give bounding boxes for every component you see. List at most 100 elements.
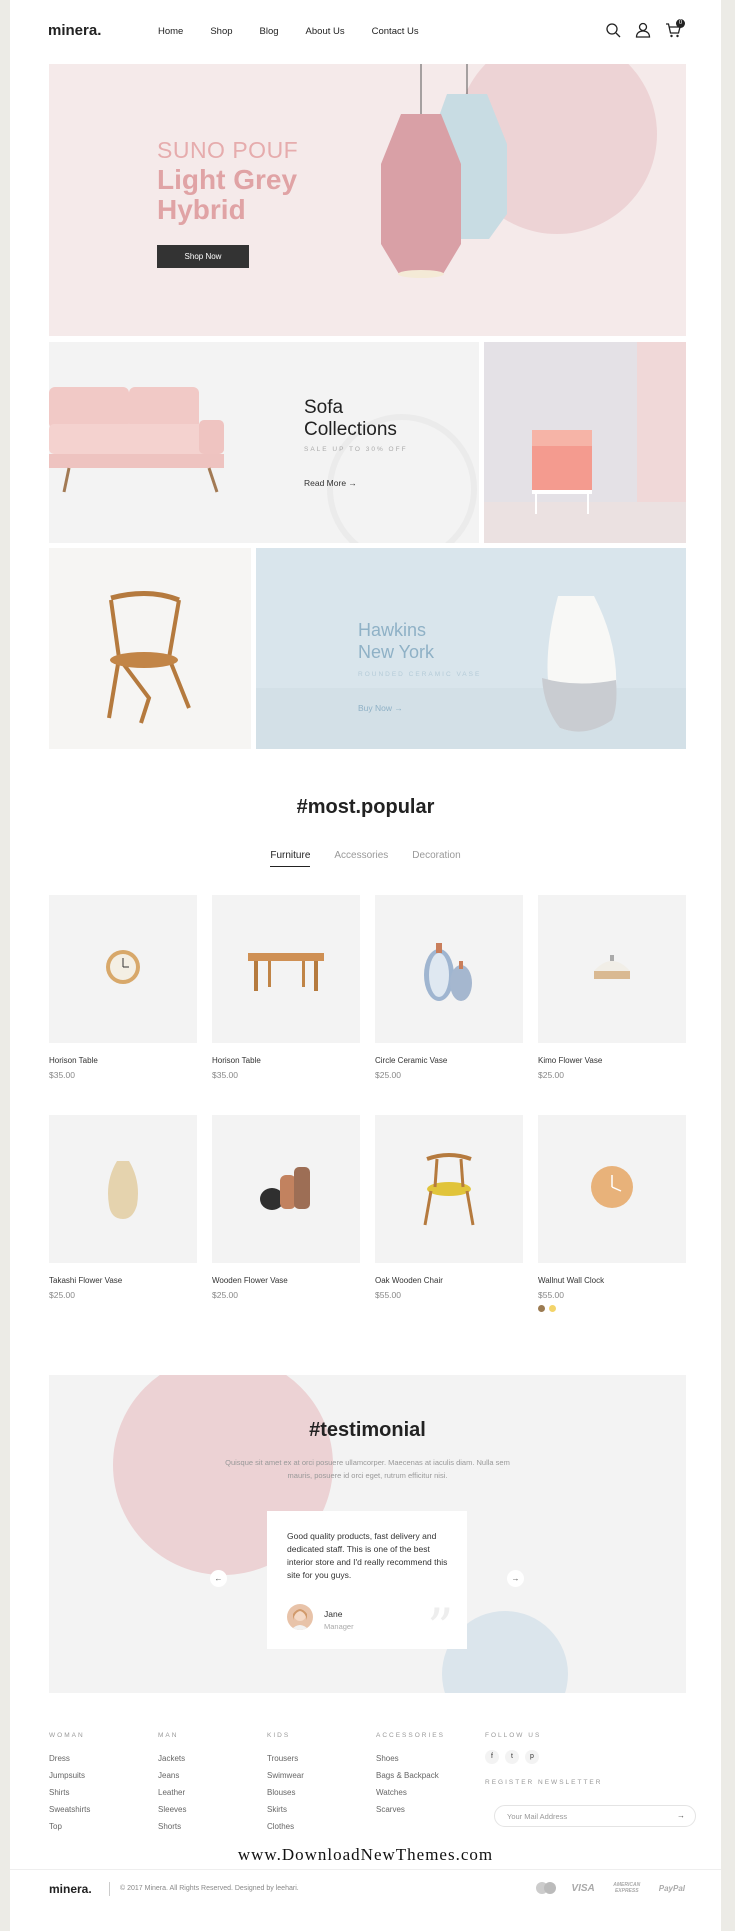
footer-link[interactable]: Shoes	[376, 1750, 445, 1767]
footer-link[interactable]: Watches	[376, 1784, 445, 1801]
copyright: © 2017 Minera. All Rights Reserved. Desi…	[120, 1885, 299, 1892]
product-image[interactable]	[375, 895, 523, 1043]
jug-vase-icon	[108, 1161, 138, 1219]
footer-link[interactable]: Skirts	[267, 1801, 304, 1818]
twitter-icon[interactable]: t	[505, 1750, 519, 1764]
footer-link[interactable]: Jackets	[158, 1750, 186, 1767]
nav-home[interactable]: Home	[158, 26, 183, 37]
testimonial-role: Manager	[324, 1622, 354, 1631]
nav-shop[interactable]: Shop	[210, 26, 232, 37]
product-image[interactable]	[212, 895, 360, 1043]
hero-title-line1: Light Grey	[157, 164, 298, 195]
footer-link[interactable]: Bags & Backpack	[376, 1767, 445, 1784]
side-table-banner[interactable]	[484, 342, 686, 543]
footer-link[interactable]: Sweatshirts	[49, 1801, 90, 1818]
prev-arrow-button[interactable]: ←	[210, 1570, 227, 1587]
shop-now-button[interactable]: Shop Now	[157, 245, 249, 268]
footer-link[interactable]: Shirts	[49, 1784, 90, 1801]
main-nav: Home Shop Blog About Us Contact Us	[158, 26, 446, 37]
product-image[interactable]	[375, 1115, 523, 1263]
footer-link[interactable]: Clothes	[267, 1818, 304, 1835]
hero-banner: SUNO POUF Light Grey Hybrid Shop Now	[49, 64, 686, 336]
next-arrow-button[interactable]: →	[507, 1570, 524, 1587]
vase-image	[542, 596, 617, 732]
footer-link[interactable]: Blouses	[267, 1784, 304, 1801]
newsletter-submit-button[interactable]: →	[677, 1811, 685, 1820]
tab-decoration[interactable]: Decoration	[412, 850, 460, 867]
footer-link[interactable]: Dress	[49, 1750, 90, 1767]
product-image[interactable]	[212, 1115, 360, 1263]
wall-clock-icon	[591, 1166, 633, 1208]
product-card[interactable]: Horison Table $35.00	[212, 895, 360, 1080]
avatar-face-icon	[291, 1609, 309, 1630]
product-name[interactable]: Kimo Flower Vase	[538, 1056, 686, 1065]
facebook-icon[interactable]: f	[485, 1750, 499, 1764]
page: minera. Home Shop Blog About Us Contact …	[10, 0, 721, 1931]
footer-link[interactable]: Top	[49, 1818, 90, 1835]
product-card[interactable]: Horison Table $35.00	[49, 895, 197, 1080]
footer-col-follow: FOLLOW US f t p REGISTER NEWSLETTER	[485, 1732, 602, 1797]
footer-link[interactable]: Trousers	[267, 1750, 304, 1767]
footer-link[interactable]: Jumpsuits	[49, 1767, 90, 1784]
testimonial-section: #testimonial Quisque sit amet ex at orci…	[49, 1375, 686, 1693]
footer-link[interactable]: Leather	[158, 1784, 186, 1801]
product-image[interactable]	[49, 1115, 197, 1263]
product-card[interactable]: Wooden Flower Vase $25.00	[212, 1115, 360, 1300]
testimonial-title: #testimonial	[309, 1419, 426, 1441]
logo[interactable]: minera.	[48, 22, 101, 39]
product-image[interactable]	[538, 895, 686, 1043]
user-icon[interactable]	[635, 22, 651, 38]
nav-contact[interactable]: Contact Us	[372, 26, 419, 37]
footer-link[interactable]: Jeans	[158, 1767, 186, 1784]
pendant-lamps-image	[381, 64, 507, 278]
product-name[interactable]: Horison Table	[49, 1056, 197, 1065]
footer-link[interactable]: Scarves	[376, 1801, 445, 1818]
swatch-brown[interactable]	[538, 1305, 545, 1312]
product-card[interactable]: Takashi Flower Vase $25.00	[49, 1115, 197, 1300]
product-price: $35.00	[49, 1070, 75, 1080]
footer-col-man: MAN Jackets Jeans Leather Sleeves Shorts	[158, 1732, 186, 1835]
newsletter-placeholder: Your Mail Address	[507, 1812, 568, 1821]
pinterest-icon[interactable]: p	[525, 1750, 539, 1764]
vase-banner[interactable]: Hawkins New York ROUNDED CERAMIC VASE Bu…	[256, 548, 686, 749]
footer-heading: KIDS	[267, 1732, 291, 1739]
nav-about[interactable]: About Us	[306, 26, 345, 37]
cart-count-badge: 0	[676, 19, 685, 28]
product-name[interactable]: Circle Ceramic Vase	[375, 1056, 523, 1065]
product-image[interactable]	[49, 895, 197, 1043]
product-card[interactable]: Wallnut Wall Clock $55.00	[538, 1115, 686, 1312]
vase-title-line1: Hawkins	[358, 620, 427, 640]
tab-furniture[interactable]: Furniture	[270, 850, 311, 867]
cart-button[interactable]: 0	[665, 19, 685, 43]
footer-link[interactable]: Shorts	[158, 1818, 186, 1835]
product-image[interactable]	[538, 1115, 686, 1263]
swatch-yellow[interactable]	[549, 1305, 556, 1312]
product-name[interactable]: Wooden Flower Vase	[212, 1276, 360, 1285]
product-card[interactable]: Oak Wooden Chair $55.00	[375, 1115, 523, 1300]
product-card[interactable]: Kimo Flower Vase $25.00	[538, 895, 686, 1080]
visa-icon: VISA	[571, 1882, 595, 1894]
payment-methods: VISA AMERICAN EXPRESS PayPal	[535, 1881, 685, 1895]
mastercard-icon	[536, 1882, 557, 1894]
product-name[interactable]: Oak Wooden Chair	[375, 1276, 523, 1285]
most-popular-title: #most.popular	[296, 796, 435, 818]
product-price: $25.00	[212, 1290, 238, 1300]
newsletter-input[interactable]: Your Mail Address →	[494, 1805, 696, 1827]
footer-link[interactable]: Sleeves	[158, 1801, 186, 1818]
footer-logo[interactable]: minera.	[49, 1882, 92, 1896]
newsletter-heading: REGISTER NEWSLETTER	[485, 1779, 603, 1786]
chair-banner[interactable]	[49, 548, 251, 749]
nav-blog[interactable]: Blog	[260, 26, 279, 37]
product-name[interactable]: Horison Table	[212, 1056, 360, 1065]
product-name[interactable]: Takashi Flower Vase	[49, 1276, 197, 1285]
buy-now-link[interactable]: Buy Now →	[358, 703, 403, 713]
sofa-collection-banner[interactable]: Sofa Collections SALE UP TO 30% OFF Read…	[49, 342, 479, 543]
product-name[interactable]: Wallnut Wall Clock	[538, 1276, 686, 1285]
product-price: $25.00	[49, 1290, 75, 1300]
search-icon[interactable]	[605, 22, 621, 38]
footer-link[interactable]: Swimwear	[267, 1767, 304, 1784]
read-more-link[interactable]: Read More →	[304, 478, 357, 488]
tab-accessories[interactable]: Accessories	[334, 850, 388, 867]
footer-heading: MAN	[158, 1732, 179, 1739]
product-card[interactable]: Circle Ceramic Vase $25.00	[375, 895, 523, 1080]
